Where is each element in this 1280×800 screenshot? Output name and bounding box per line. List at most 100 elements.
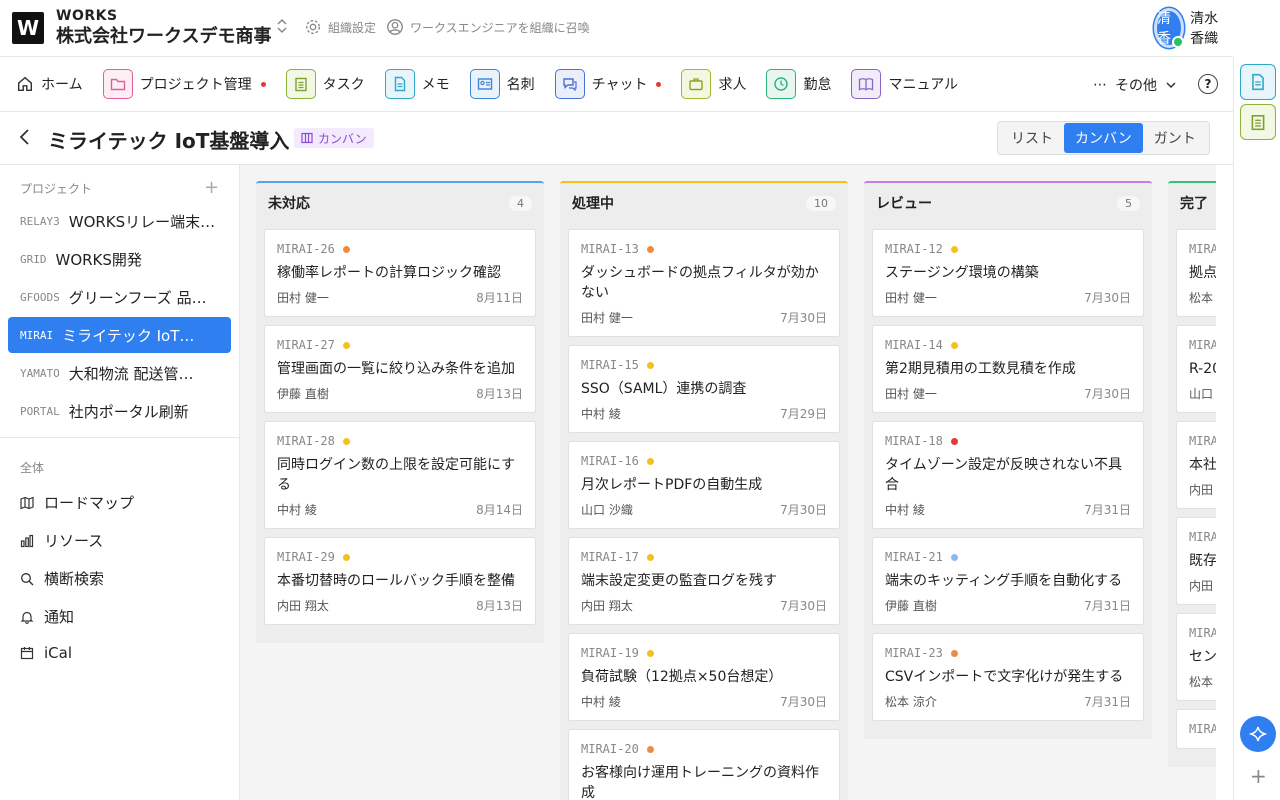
sidebar-project-grid[interactable]: GRID WORKS開発	[8, 241, 231, 277]
task-card[interactable]: MIRAI-26 稼働率レポートの計算ロジック確認 田村 健一 8月11日	[264, 229, 536, 317]
user-circle-icon	[387, 19, 403, 35]
view-gantt-button[interactable]: ガント	[1143, 123, 1207, 153]
nav-memo[interactable]: メモ	[384, 69, 450, 99]
task-card[interactable]: MIRAI-13 ダッシュボードの拠点フィルタが効かない 田村 健一 7月30日	[568, 229, 840, 337]
view-list-button[interactable]: リスト	[1000, 123, 1064, 153]
nav-jobs[interactable]: 求人	[681, 69, 746, 99]
task-title: 既存 ビュ	[1189, 553, 1216, 569]
task-due-date: 7月30日	[780, 311, 827, 325]
task-card[interactable]: MIRA 既存 ビュ 内田	[1176, 517, 1216, 605]
quick-memo-icon[interactable]	[1240, 64, 1276, 100]
invite-label: ワークスエンジニアを組織に召喚	[410, 20, 590, 35]
sidebar-project-relay3[interactable]: RELAY3 WORKSリレー端末…	[8, 203, 231, 239]
back-chevron-icon[interactable]	[18, 128, 32, 151]
task-id: MIRAI-23	[885, 646, 943, 660]
avatar[interactable]: 清香	[1154, 8, 1185, 48]
task-card[interactable]: MIRAI-27 管理画面の一覧に絞り込み条件を追加 伊藤 直樹 8月13日	[264, 325, 536, 413]
task-assignee: 山口	[1189, 387, 1214, 401]
task-id: MIRAI-15	[581, 358, 639, 372]
sidebar-item-roadmap[interactable]: ロードマップ	[20, 492, 134, 513]
user-menu[interactable]: 清香 清水 香織	[1154, 8, 1233, 48]
task-card[interactable]: MIRA R-20 山口	[1176, 325, 1216, 413]
task-due-date: 7月30日	[780, 695, 827, 709]
task-assignee: 松本 涼介	[885, 695, 937, 709]
bell-icon	[20, 611, 34, 624]
task-card[interactable]: MIRA	[1176, 709, 1216, 749]
add-project-icon[interactable]: +	[204, 177, 219, 198]
nav-home[interactable]: ホーム	[16, 74, 83, 94]
task-card[interactable]: MIRAI-23 CSVインポートで文字化けが発生する 松本 涼介 7月31日	[872, 633, 1144, 721]
clock-icon	[766, 69, 797, 99]
task-title: 第2期見積用の工数見積を作成	[885, 361, 1076, 377]
nav-business-cards[interactable]: 名刺	[469, 69, 535, 99]
sidebar-item-notifications[interactable]: 通知	[20, 606, 74, 627]
task-card[interactable]: MIRA 拠点 松本	[1176, 229, 1216, 317]
task-due-date: 7月30日	[1084, 291, 1131, 305]
task-assignee: 内田 翔太	[277, 599, 329, 613]
org-switch-icon[interactable]	[276, 18, 288, 38]
task-title: 稼働率レポートの計算ロジック確認	[277, 265, 501, 281]
kanban-board: 未対応 4 MIRAI-26 稼働率レポートの計算ロジック確認 田村 健一 8月1…	[240, 165, 1216, 800]
sidebar-item-label: iCal	[44, 644, 73, 662]
task-card[interactable]: MIRAI-29 本番切替時のロールバック手順を整備 内田 翔太 8月13日	[264, 537, 536, 625]
task-id: MIRAI-12	[885, 242, 943, 256]
sidebar-project-gfoods[interactable]: GFOODS グリーンフーズ 品…	[8, 279, 231, 315]
invite-engineer-link[interactable]: ワークスエンジニアを組織に召喚	[386, 18, 590, 36]
column-header: 処理中 10	[560, 183, 848, 223]
task-card[interactable]: MIRAI-19 負荷試験（12拠点×50台想定） 中村 綾 7月30日	[568, 633, 840, 721]
nav-attendance[interactable]: 勤怠	[766, 69, 831, 99]
sidebar-project-mirai[interactable]: MIRAI ミライテック IoT…	[8, 317, 231, 353]
task-assignee: 山口 沙織	[581, 503, 633, 517]
org-switcher[interactable]: WORKS 株式会社ワークスデモ商事	[56, 7, 271, 49]
priority-dot	[950, 341, 958, 349]
view-kanban-button[interactable]: カンバン	[1064, 123, 1143, 153]
task-due-date: 7月30日	[780, 599, 827, 613]
ai-assistant-sparkle-icon[interactable]	[1240, 716, 1276, 752]
task-card[interactable]: MIRAI-17 端末設定変更の監査ログを残す 内田 翔太 7月30日	[568, 537, 840, 625]
column-title: レビュー	[876, 196, 932, 212]
task-card[interactable]: MIRAI-15 SSO（SAML）連携の調査 中村 綾 7月29日	[568, 345, 840, 433]
task-card[interactable]: MIRA セン 切れ 松本	[1176, 613, 1216, 701]
task-card[interactable]: MIRA 本社 因調 内田	[1176, 421, 1216, 509]
sidebar-item-resources[interactable]: リソース	[20, 530, 103, 551]
project-code: YAMATO	[20, 366, 60, 380]
task-title: 本番切替時のロールバック手順を整備	[277, 573, 515, 589]
priority-dot	[342, 437, 350, 445]
task-assignee: 内田	[1189, 483, 1214, 497]
quick-task-icon[interactable]	[1240, 104, 1276, 140]
priority-dot	[646, 553, 654, 561]
task-card[interactable]: MIRAI-28 同時ログイン数の上限を設定可能にする 中村 綾 8月14日	[264, 421, 536, 529]
help-icon[interactable]: ?	[1198, 74, 1218, 94]
column-count: 10	[806, 195, 836, 211]
nav-chat[interactable]: チャット	[554, 69, 662, 99]
task-card[interactable]: MIRAI-21 端末のキッティング手順を自動化する 伊藤 直樹 7月31日	[872, 537, 1144, 625]
task-id: MIRA	[1189, 530, 1216, 544]
nav-home-label: ホーム	[41, 77, 83, 93]
nav-tasks[interactable]: タスク	[285, 69, 365, 99]
nav-more-label: その他	[1115, 78, 1157, 94]
task-card[interactable]: MIRAI-12 ステージング環境の構築 田村 健一 7月30日	[872, 229, 1144, 317]
sidebar-item-search[interactable]: 横断検索	[20, 568, 104, 589]
rail-add-icon[interactable]: +	[1250, 764, 1267, 788]
briefcase-icon	[681, 69, 712, 99]
nav-more-menu[interactable]: ⋯ その他	[1093, 75, 1177, 95]
nav-manual[interactable]: マニュアル	[851, 69, 958, 99]
task-card[interactable]: MIRAI-16 月次レポートPDFの自動生成 山口 沙織 7月30日	[568, 441, 840, 529]
nav-manual-label: マニュアル	[888, 77, 959, 93]
project-name: WORKS開発	[55, 250, 142, 269]
task-assignee: 伊藤 直樹	[885, 599, 937, 613]
task-card[interactable]: MIRAI-20 お客様向け運用トレーニングの資料作成	[568, 729, 840, 800]
task-assignee: 田村 健一	[885, 387, 937, 401]
column-title: 処理中	[572, 196, 614, 212]
task-card[interactable]: MIRAI-18 タイムゾーン設定が反映されない不具合 中村 綾 7月31日	[872, 421, 1144, 529]
nav-project-management[interactable]: プロジェクト管理	[102, 69, 266, 99]
column-header: 未対応 4	[256, 183, 544, 223]
org-settings-link[interactable]: 組織設定	[304, 18, 376, 36]
sidebar-project-portal[interactable]: PORTAL 社内ポータル刷新	[8, 393, 231, 429]
sidebar-item-ical[interactable]: iCal	[20, 644, 72, 662]
priority-dot	[646, 745, 654, 753]
sidebar-project-yamato[interactable]: YAMATO 大和物流 配送管…	[8, 355, 231, 391]
app-logo[interactable]: W	[12, 12, 44, 44]
priority-dot	[342, 245, 350, 253]
task-card[interactable]: MIRAI-14 第2期見積用の工数見積を作成 田村 健一 7月30日	[872, 325, 1144, 413]
